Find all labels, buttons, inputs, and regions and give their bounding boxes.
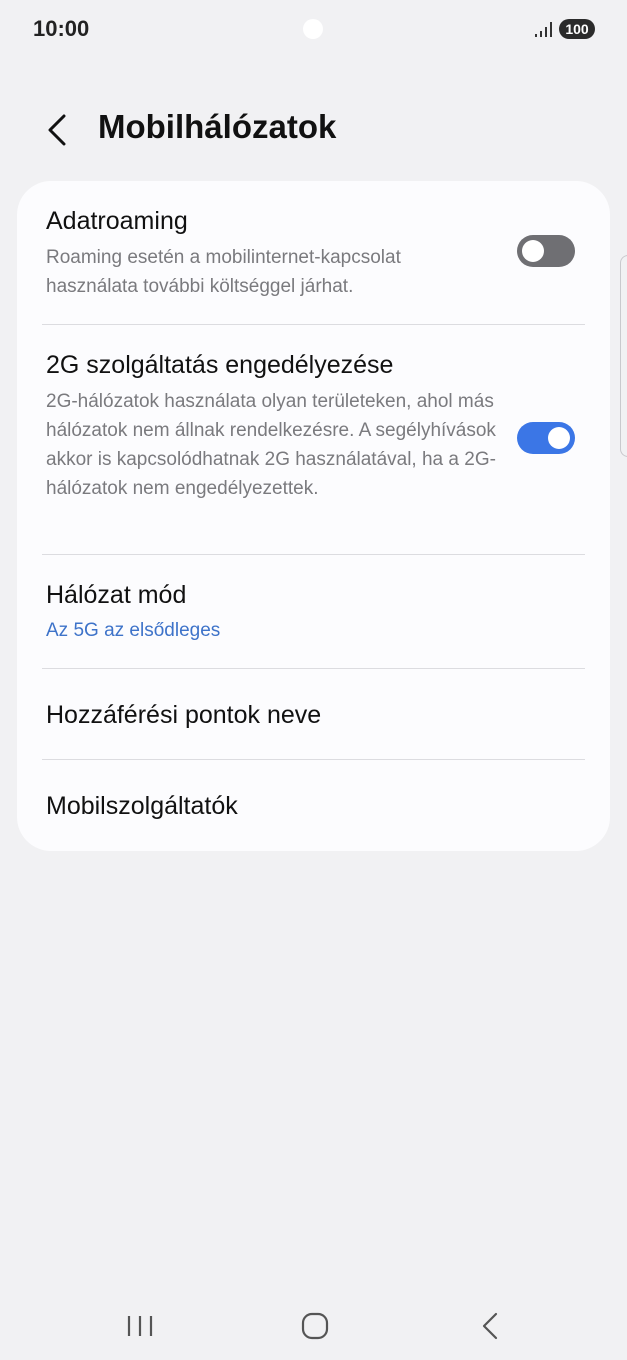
status-bar: 10:00 100 [0,0,627,60]
recents-icon[interactable] [116,1304,164,1348]
battery-icon: 100 [559,19,595,39]
setting-value: Az 5G az elsődleges [46,620,221,641]
signal-icon [535,22,552,37]
setting-2g-service[interactable]: 2G szolgáltatás engedélyezése 2G-hálózat… [17,325,610,554]
status-time: 10:00 [33,16,90,41]
settings-card: Adatroaming Roaming esetén a mobilintern… [17,181,610,851]
setting-network-mode[interactable]: Hálózat mód Az 5G az elsődleges [17,555,610,668]
back-arrow-icon[interactable] [36,108,80,152]
toggle-knob [548,427,570,449]
setting-subtitle: 2G-hálózatok használata olyan területeke… [46,391,496,499]
page-title: Mobilhálózatok [98,108,337,145]
setting-title: Adatroaming [46,207,188,235]
setting-network-operators[interactable]: Mobilszolgáltatók [17,760,610,851]
scroll-indicator[interactable] [620,255,627,457]
toggle-knob [522,240,544,262]
setting-title: 2G szolgáltatás engedélyezése [46,351,394,379]
setting-title: Hozzáférési pontok neve [46,701,322,729]
back-icon[interactable] [466,1304,514,1348]
setting-title: Hálózat mód [46,581,187,609]
app-header: Mobilhálózatok [0,98,627,162]
setting-data-roaming[interactable]: Adatroaming Roaming esetén a mobilintern… [17,181,610,324]
2g-service-toggle[interactable] [517,422,575,454]
data-roaming-toggle[interactable] [517,235,575,267]
navigation-bar [0,1290,627,1360]
camera-dot [303,19,323,39]
home-icon[interactable] [291,1304,339,1348]
setting-title: Mobilszolgáltatók [46,792,238,820]
setting-subtitle: Roaming esetén a mobilinternet-kapcsolat… [46,247,401,297]
setting-access-point-names[interactable]: Hozzáférési pontok neve [17,669,610,759]
